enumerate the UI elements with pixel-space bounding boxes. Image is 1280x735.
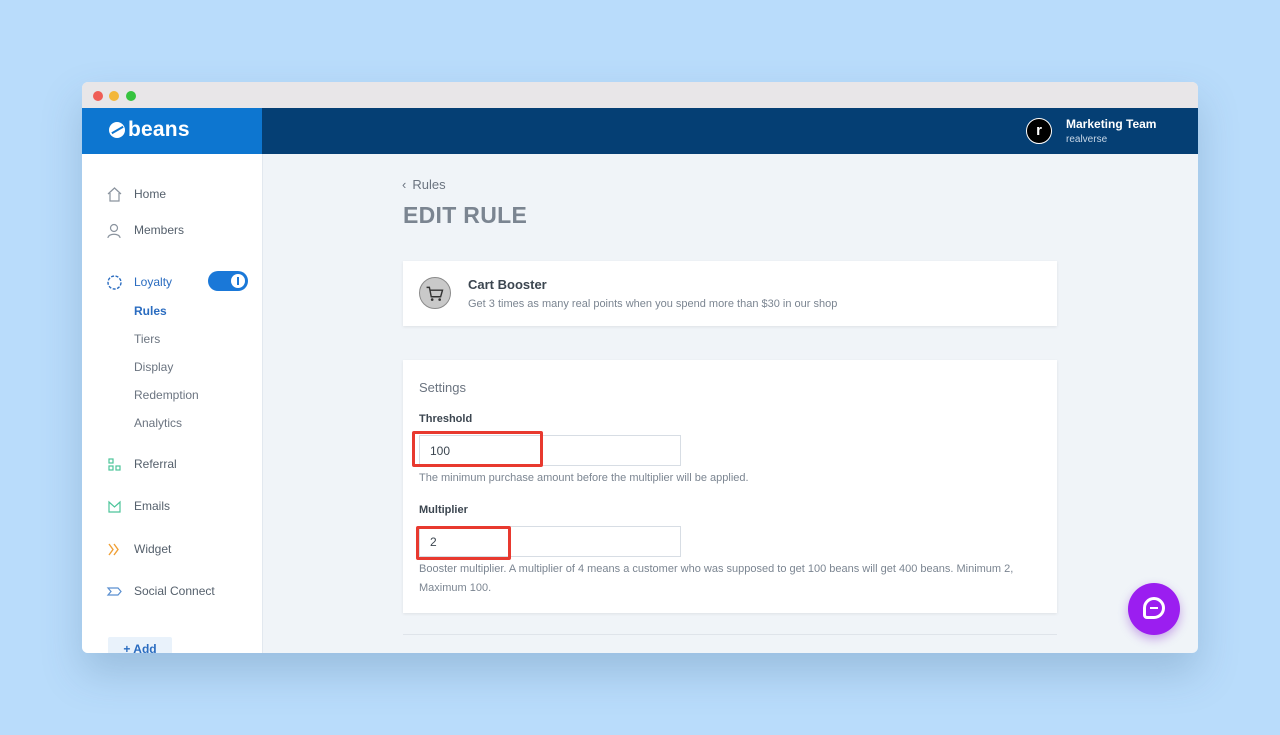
sidebar-item-widget[interactable]: Widget bbox=[106, 540, 256, 560]
sidebar-item-referral[interactable]: Referral bbox=[106, 455, 256, 475]
account-menu[interactable]: r Marketing Team realverse bbox=[1026, 117, 1196, 148]
referral-icon bbox=[108, 458, 121, 471]
threshold-input[interactable] bbox=[419, 435, 681, 466]
add-button[interactable]: + Add bbox=[108, 637, 172, 653]
browser-window: beans r Marketing Team realverse Home Me… bbox=[82, 82, 1198, 653]
sidebar-subitem-redemption[interactable]: Redemption bbox=[134, 388, 199, 402]
multiplier-help-text: Booster multiplier. A multiplier of 4 me… bbox=[419, 563, 1014, 594]
sidebar-item-home[interactable]: Home bbox=[106, 185, 256, 205]
chat-icon bbox=[1143, 597, 1165, 619]
sidebar-item-label: Members bbox=[134, 223, 185, 237]
sidebar-item-label: Widget bbox=[134, 542, 172, 556]
top-bar: beans r Marketing Team realverse bbox=[82, 108, 1198, 154]
sidebar-subitem-display[interactable]: Display bbox=[134, 360, 173, 374]
window-titlebar bbox=[82, 82, 1198, 108]
sidebar-item-label: Social Connect bbox=[134, 584, 215, 598]
sidebar: Home Members Loyalty Rules Tiers Display… bbox=[82, 154, 263, 653]
settings-heading: Settings bbox=[419, 380, 466, 395]
close-window-button[interactable] bbox=[93, 91, 103, 101]
sidebar-item-label: Loyalty bbox=[134, 275, 173, 289]
maximize-window-button[interactable] bbox=[126, 91, 136, 101]
sidebar-item-emails[interactable]: Emails bbox=[106, 497, 256, 517]
cart-icon bbox=[419, 277, 451, 309]
emails-icon bbox=[108, 500, 121, 513]
sidebar-subitem-analytics[interactable]: Analytics bbox=[134, 416, 182, 430]
sidebar-subitem-tiers[interactable]: Tiers bbox=[134, 332, 160, 346]
section-divider bbox=[403, 634, 1057, 635]
breadcrumb[interactable]: ‹ Rules bbox=[402, 177, 446, 192]
loyalty-icon bbox=[107, 275, 122, 290]
widget-icon bbox=[108, 543, 119, 556]
brand-name: beans bbox=[128, 118, 190, 141]
sidebar-item-label: Emails bbox=[134, 499, 171, 513]
rule-summary-card: Cart Booster Get 3 times as many real po… bbox=[403, 261, 1057, 326]
members-icon bbox=[107, 223, 121, 239]
multiplier-label: Multiplier bbox=[419, 504, 468, 516]
chevron-left-icon: ‹ bbox=[402, 177, 407, 192]
chat-launcher-button[interactable] bbox=[1128, 583, 1180, 635]
settings-card: Settings Threshold The minimum purchase … bbox=[403, 360, 1057, 613]
brand-header[interactable]: beans bbox=[82, 108, 262, 154]
home-icon bbox=[107, 187, 122, 202]
social-connect-icon bbox=[106, 587, 122, 596]
loyalty-toggle[interactable] bbox=[208, 271, 248, 291]
beans-logo-icon bbox=[109, 122, 125, 138]
avatar: r bbox=[1026, 118, 1052, 144]
threshold-label: Threshold bbox=[419, 413, 473, 425]
multiplier-input[interactable] bbox=[419, 526, 681, 557]
sidebar-item-social-connect[interactable]: Social Connect bbox=[106, 582, 256, 602]
rule-title: Cart Booster bbox=[468, 277, 547, 292]
rule-description: Get 3 times as many real points when you… bbox=[468, 298, 838, 310]
sidebar-item-label: Home bbox=[134, 187, 167, 201]
minimize-window-button[interactable] bbox=[109, 91, 119, 101]
threshold-help-text: The minimum purchase amount before the m… bbox=[419, 472, 749, 484]
sidebar-subitem-rules[interactable]: Rules bbox=[134, 304, 167, 318]
breadcrumb-rules-link[interactable]: Rules bbox=[412, 177, 445, 192]
sidebar-item-members[interactable]: Members bbox=[106, 221, 256, 241]
account-shop-name: realverse bbox=[1066, 134, 1108, 145]
page-title: EDIT RULE bbox=[403, 202, 528, 228]
account-team-name: Marketing Team bbox=[1066, 117, 1157, 131]
toggle-knob bbox=[231, 274, 245, 288]
sidebar-item-label: Referral bbox=[134, 457, 177, 471]
